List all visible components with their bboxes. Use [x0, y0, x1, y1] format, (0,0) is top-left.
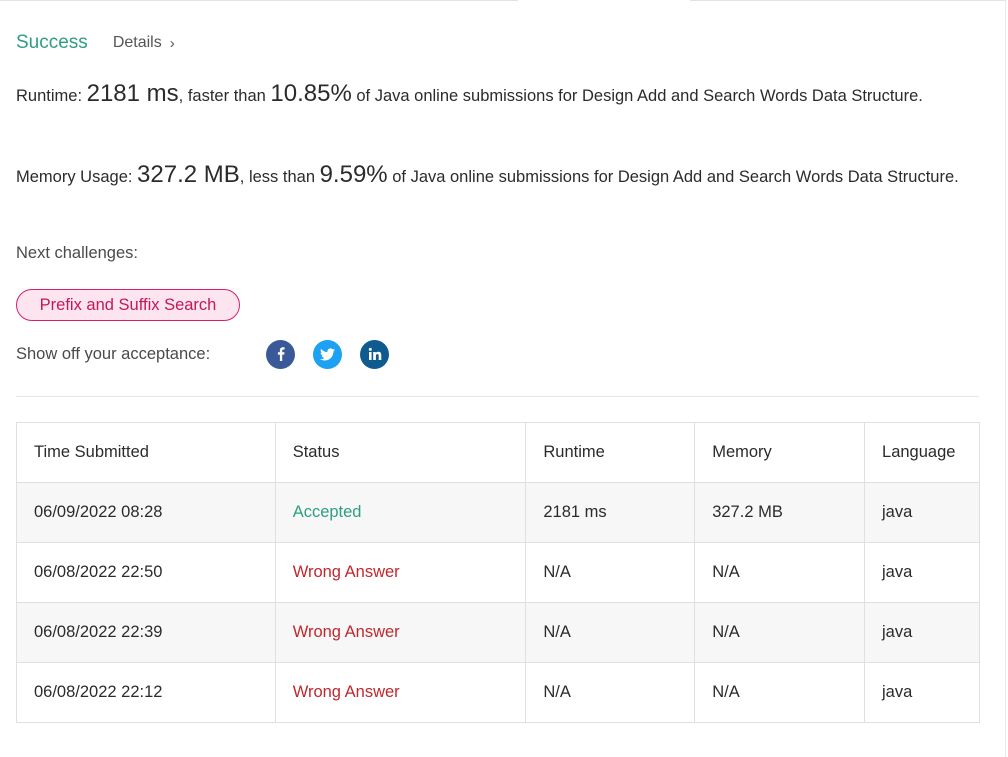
header-memory[interactable]: Memory [694, 422, 866, 483]
submissions-table: Time Submitted Status Runtime Memory Lan… [16, 422, 980, 723]
table-row: 06/09/2022 08:28 Accepted 2181 ms 327.2 … [16, 482, 980, 543]
cell-status[interactable]: Wrong Answer [274, 542, 527, 603]
memory-mid: , less than [239, 168, 320, 186]
details-link[interactable]: Details › [113, 34, 175, 52]
cell-time: 06/08/2022 22:39 [16, 602, 276, 663]
table-row: 06/08/2022 22:39 Wrong Answer N/A N/A ja… [16, 602, 980, 663]
header-runtime[interactable]: Runtime [525, 422, 696, 483]
table-row: 06/08/2022 22:50 Wrong Answer N/A N/A ja… [16, 542, 980, 603]
linkedin-icon[interactable] [360, 339, 389, 369]
cell-status[interactable]: Wrong Answer [274, 602, 527, 663]
cell-time: 06/08/2022 22:50 [16, 542, 276, 603]
runtime-label: Runtime: [16, 87, 87, 105]
facebook-icon[interactable] [266, 339, 295, 369]
cell-time: 06/08/2022 22:12 [16, 662, 276, 723]
share-row: Show off your acceptance: [16, 339, 407, 369]
details-label: Details [112, 34, 162, 51]
cell-runtime: N/A [525, 602, 696, 663]
right-border [1005, 0, 1006, 757]
runtime-percent: 10.85% [270, 80, 352, 107]
runtime-suffix: of Java online submissions for Design Ad… [351, 87, 923, 105]
top-divider-left [0, 0, 518, 1]
header-language[interactable]: Language [864, 422, 980, 483]
cell-language: java [864, 602, 980, 663]
twitter-icon[interactable] [313, 339, 342, 369]
runtime-value: 2181 ms [86, 80, 179, 107]
cell-memory: N/A [694, 662, 866, 723]
table-header-row: Time Submitted Status Runtime Memory Lan… [16, 422, 980, 483]
header-status[interactable]: Status [274, 422, 527, 483]
header-time-submitted[interactable]: Time Submitted [16, 422, 276, 483]
cell-runtime: 2181 ms [525, 482, 696, 543]
chevron-right-icon: › [169, 34, 175, 52]
cell-language: java [864, 542, 980, 603]
cell-memory: N/A [694, 542, 866, 603]
memory-label: Memory Usage: [16, 168, 138, 186]
memory-summary: Memory Usage: 327.2 MB, less than 9.59% … [16, 162, 981, 190]
cell-status[interactable]: Accepted [274, 482, 527, 543]
section-divider [16, 396, 979, 397]
share-label: Show off your acceptance: [16, 344, 211, 363]
cell-status[interactable]: Wrong Answer [274, 662, 527, 723]
cell-memory: N/A [694, 602, 866, 663]
table-row: 06/08/2022 22:12 Wrong Answer N/A N/A ja… [16, 662, 980, 723]
memory-suffix: of Java online submissions for Design Ad… [387, 168, 959, 186]
memory-percent: 9.59% [319, 161, 388, 188]
runtime-mid: , faster than [178, 87, 271, 105]
cell-language: java [864, 662, 980, 723]
cell-time: 06/09/2022 08:28 [16, 482, 276, 543]
cell-runtime: N/A [525, 542, 696, 603]
success-status: Success [16, 32, 88, 53]
challenge-pill[interactable]: Prefix and Suffix Search [16, 289, 240, 321]
top-divider-right [690, 0, 1006, 1]
memory-value: 327.2 MB [137, 161, 240, 188]
cell-language: java [864, 482, 980, 543]
cell-runtime: N/A [525, 662, 696, 723]
runtime-summary: Runtime: 2181 ms, faster than 10.85% of … [16, 81, 981, 109]
cell-memory: 327.2 MB [694, 482, 866, 543]
result-header: Success Details › [16, 30, 175, 56]
next-challenges-label: Next challenges: [16, 244, 138, 262]
